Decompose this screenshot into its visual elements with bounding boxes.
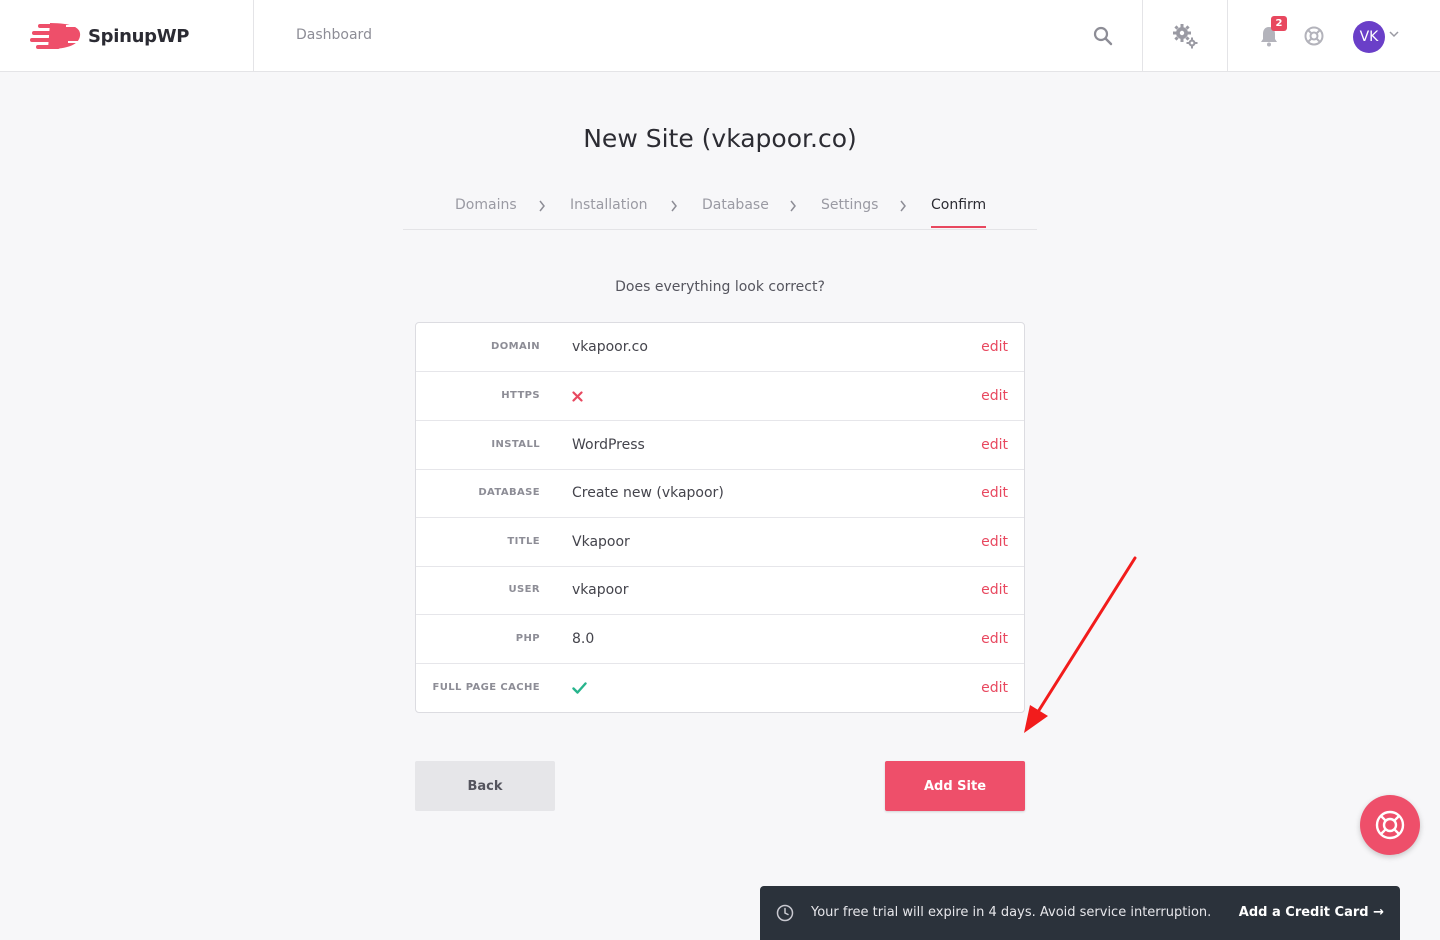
notifications-button[interactable] — [1254, 0, 1284, 72]
lifebuoy-icon — [1375, 810, 1405, 840]
check-icon — [572, 682, 587, 694]
support-chat-button[interactable] — [1360, 795, 1420, 855]
globe-icon — [1304, 26, 1324, 46]
red-arrow-annotation — [1024, 556, 1137, 733]
row-label: TITLE — [507, 536, 540, 547]
settings-button[interactable] — [1166, 0, 1204, 72]
summary-row-install: INSTALL WordPress edit — [416, 421, 1024, 470]
edit-install-link[interactable]: edit — [981, 437, 1008, 453]
edit-title-link[interactable]: edit — [981, 534, 1008, 550]
active-step-indicator — [931, 226, 986, 228]
row-label: HTTPS — [501, 390, 540, 401]
trial-expiry-banner: Your free trial will expire in 4 days. A… — [760, 886, 1400, 940]
step-domains[interactable]: Domains — [455, 197, 517, 213]
chevron-right-icon — [900, 200, 906, 212]
summary-row-user: USER vkapoor edit — [416, 566, 1024, 615]
row-value: vkapoor — [572, 582, 629, 598]
chevron-right-icon — [539, 200, 545, 212]
nav-dashboard-link[interactable]: Dashboard — [296, 27, 372, 43]
gear-icon — [1173, 24, 1198, 49]
row-value: WordPress — [572, 437, 645, 453]
search-button[interactable] — [1086, 0, 1120, 72]
row-label: FULL PAGE CACHE — [432, 682, 540, 693]
step-settings[interactable]: Settings — [821, 197, 878, 213]
summary-row-title: TITLE Vkapoor edit — [416, 518, 1024, 567]
row-value: Vkapoor — [572, 534, 630, 550]
chevron-right-icon — [790, 200, 796, 212]
add-credit-card-link[interactable]: Add a Credit Card → — [1239, 905, 1384, 920]
step-confirm[interactable]: Confirm — [931, 197, 986, 213]
page-title: New Site (vkapoor.co) — [583, 124, 857, 153]
notification-badge: 2 — [1271, 16, 1287, 31]
header-divider — [1142, 0, 1143, 72]
summary-row-database: DATABASE Create new (vkapoor) edit — [416, 469, 1024, 518]
row-label: USER — [508, 584, 540, 595]
row-label: DOMAIN — [491, 341, 540, 352]
summary-row-https: HTTPS edit — [416, 372, 1024, 421]
chevron-right-icon — [671, 200, 677, 212]
add-site-button[interactable]: Add Site — [885, 761, 1025, 811]
edit-cache-link[interactable]: edit — [981, 680, 1008, 696]
step-installation[interactable]: Installation — [570, 197, 648, 213]
summary-row-domain: DOMAIN vkapoor.co edit — [416, 323, 1024, 372]
chevron-down-icon[interactable] — [1389, 30, 1399, 38]
site-summary-table: DOMAIN vkapoor.co edit HTTPS edit INSTAL… — [415, 322, 1025, 713]
row-label: DATABASE — [478, 487, 540, 498]
cross-icon — [572, 391, 583, 402]
edit-https-link[interactable]: edit — [981, 388, 1008, 404]
brand-logo[interactable]: SpinupWP — [0, 0, 254, 72]
search-icon — [1093, 26, 1113, 46]
row-label: INSTALL — [491, 439, 540, 450]
spinupwp-logo-icon — [30, 23, 81, 49]
help-center-button[interactable] — [1302, 0, 1326, 72]
row-value: 8.0 — [572, 631, 595, 647]
confirm-question: Does everything look correct? — [615, 279, 825, 295]
user-avatar[interactable]: VK — [1353, 21, 1385, 53]
step-database[interactable]: Database — [702, 197, 769, 213]
row-value: Create new (vkapoor) — [572, 485, 724, 501]
header-divider — [1227, 0, 1228, 72]
edit-user-link[interactable]: edit — [981, 582, 1008, 598]
edit-domain-link[interactable]: edit — [981, 339, 1008, 355]
edit-php-link[interactable]: edit — [981, 631, 1008, 647]
summary-row-php: PHP 8.0 edit — [416, 615, 1024, 664]
row-value: vkapoor.co — [572, 339, 648, 355]
edit-database-link[interactable]: edit — [981, 485, 1008, 501]
trial-message: Your free trial will expire in 4 days. A… — [811, 905, 1212, 920]
top-navbar: SpinupWP Dashboard 2 VK — [0, 0, 1440, 72]
back-button[interactable]: Back — [415, 761, 555, 811]
brand-name: SpinupWP — [88, 25, 190, 47]
clock-icon — [776, 904, 794, 922]
row-label: PHP — [515, 633, 540, 644]
summary-row-full-page-cache: FULL PAGE CACHE edit — [416, 664, 1024, 713]
